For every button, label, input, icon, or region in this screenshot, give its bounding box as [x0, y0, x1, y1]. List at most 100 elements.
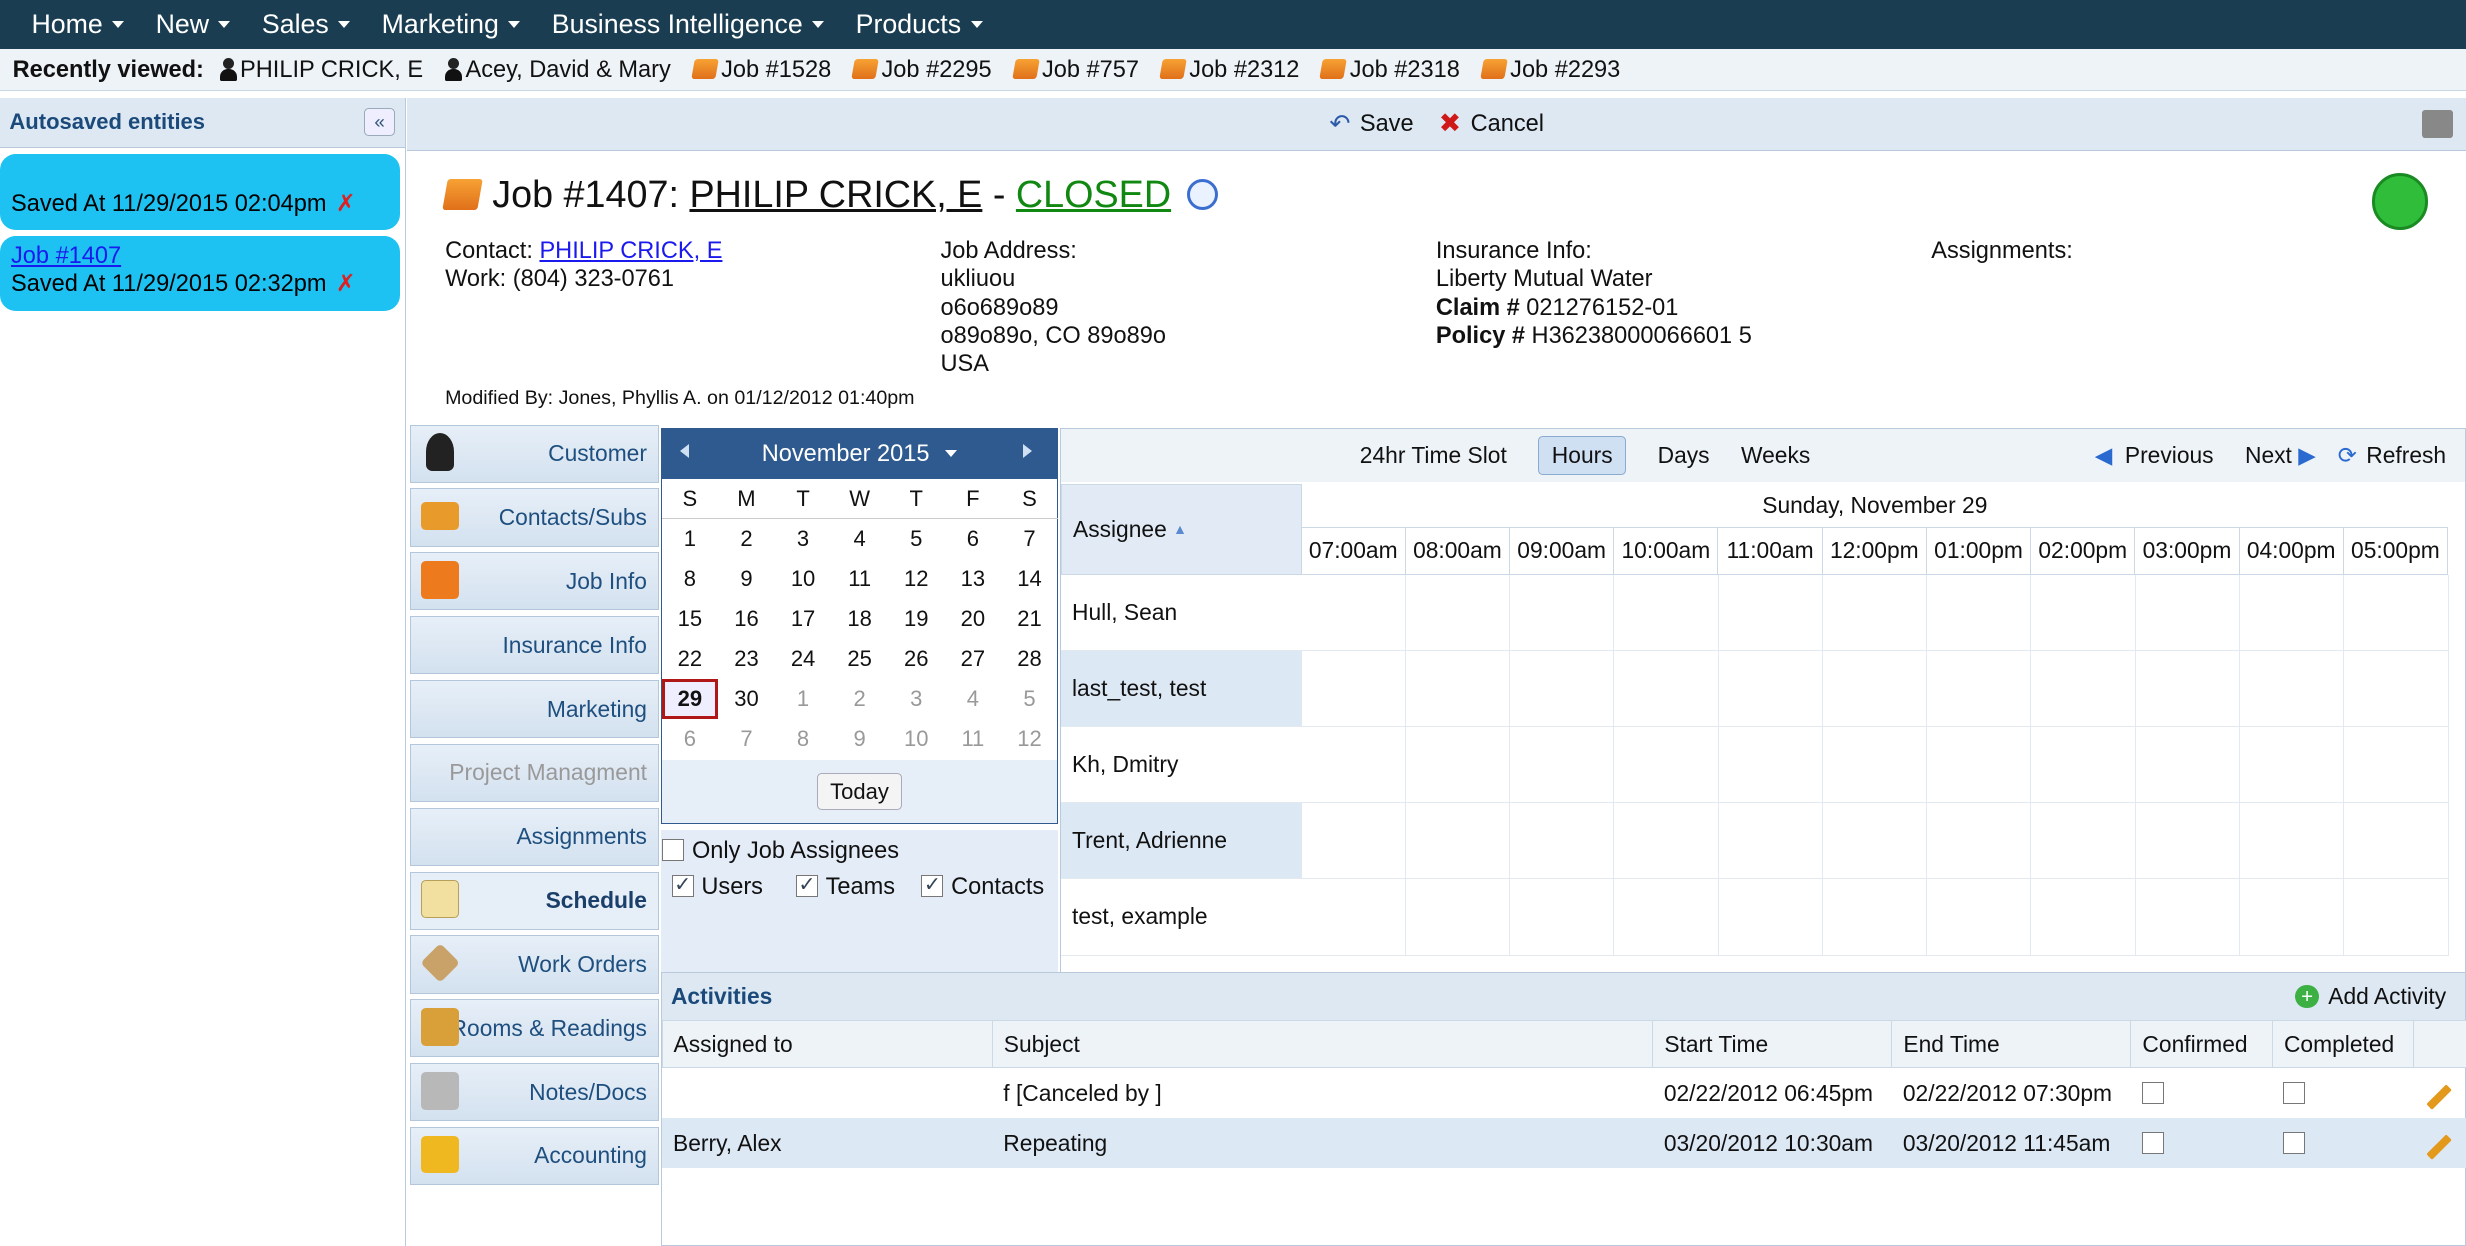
schedule-cell[interactable] — [2031, 575, 2136, 652]
schedule-cell[interactable] — [1405, 575, 1511, 652]
calendar-day[interactable]: 29 — [661, 678, 719, 719]
only-job-assignees-checkbox[interactable] — [662, 838, 685, 861]
calendar-day[interactable]: 21 — [1001, 599, 1058, 639]
view-days[interactable]: Days — [1658, 442, 1710, 469]
edit-pencil-icon[interactable] — [2426, 1083, 2452, 1110]
calendar-day[interactable]: 3 — [888, 679, 945, 719]
calendar-day[interactable]: 24 — [775, 639, 832, 679]
autosave-entry[interactable]: Job #1407 Saved At 11/29/2015 02:32pm ✗ — [0, 235, 401, 312]
schedule-cell[interactable] — [1510, 803, 1615, 880]
schedule-cell[interactable] — [1927, 879, 2032, 956]
recent-item[interactable]: Acey, David & Mary — [445, 56, 671, 83]
nav-sales[interactable]: Sales — [262, 9, 351, 40]
calendar-day[interactable]: 1 — [775, 679, 832, 719]
calendar-day[interactable]: 14 — [1001, 559, 1058, 599]
schedule-cell[interactable] — [2240, 651, 2345, 728]
nav-marketing[interactable]: Marketing — [382, 9, 521, 40]
recent-item[interactable]: Job #2318 — [1319, 56, 1460, 83]
col-end-time[interactable]: End Time — [1891, 1020, 2132, 1069]
table-row[interactable]: f [Canceled by ] 02/22/2012 06:45pm 02/2… — [662, 1068, 2466, 1118]
tab-contacts-subs[interactable]: Contacts/Subs — [410, 488, 659, 547]
table-row[interactable]: Berry, Alex Repeating 03/20/2012 10:30am… — [662, 1118, 2466, 1169]
assignee-row[interactable]: last_test, test — [1060, 651, 1302, 728]
schedule-cell[interactable] — [1822, 803, 1928, 880]
recent-item[interactable]: Job #2312 — [1159, 56, 1299, 83]
collapse-icon[interactable]: « — [363, 108, 396, 137]
tab-insurance-info[interactable]: Insurance Info — [410, 616, 659, 675]
nav-products[interactable]: Products — [856, 9, 983, 40]
schedule-cell[interactable] — [1614, 651, 1719, 728]
schedule-cell[interactable] — [2344, 879, 2449, 956]
recent-item[interactable]: Job #757 — [1011, 56, 1139, 83]
delete-icon[interactable]: ✗ — [336, 190, 356, 216]
calendar-day[interactable]: 13 — [945, 559, 1002, 599]
calendar-day[interactable]: 12 — [1001, 719, 1058, 759]
schedule-cell[interactable] — [2240, 803, 2345, 880]
schedule-cell[interactable] — [1510, 879, 1615, 956]
edit-pencil-icon[interactable] — [2426, 1134, 2452, 1160]
view-24hr-slot[interactable]: 24hr Time Slot — [1360, 442, 1507, 469]
teams-checkbox[interactable] — [795, 871, 818, 898]
schedule-cell[interactable] — [1822, 651, 1928, 728]
tab-rooms-readings[interactable]: Rooms & Readings — [410, 999, 659, 1058]
calendar-day[interactable]: 3 — [775, 519, 832, 559]
previous-button[interactable]: Previous — [2125, 442, 2214, 469]
schedule-cell[interactable] — [1718, 803, 1823, 880]
tab-assignments[interactable]: Assignments — [410, 807, 659, 866]
print-icon[interactable] — [2421, 110, 2454, 139]
calendar-day[interactable]: 17 — [775, 599, 832, 639]
schedule-cell[interactable] — [1718, 651, 1823, 728]
schedule-cells[interactable] — [1301, 575, 2449, 956]
calendar-day[interactable]: 8 — [775, 719, 832, 759]
schedule-cell[interactable] — [1405, 727, 1511, 804]
schedule-cell[interactable] — [1718, 575, 1823, 652]
assignee-row[interactable]: Kh, Dmitry — [1060, 727, 1302, 804]
calendar-day[interactable]: 30 — [718, 679, 775, 719]
schedule-cell[interactable] — [1822, 879, 1928, 956]
schedule-cell[interactable] — [1301, 575, 1406, 652]
col-completed[interactable]: Completed — [2271, 1020, 2415, 1069]
completed-checkbox[interactable] — [2283, 1131, 2306, 1154]
calendar-day[interactable]: 26 — [888, 639, 945, 679]
calendar-day[interactable]: 4 — [831, 519, 888, 559]
schedule-grid[interactable]: Sunday, November 29 07:00am 08:00am 09:00a… — [1301, 484, 2449, 975]
calendar-day[interactable]: 1 — [662, 519, 719, 559]
calendar-day[interactable]: 7 — [718, 719, 775, 759]
tab-customer[interactable]: Customer — [410, 424, 659, 483]
schedule-cell[interactable] — [2240, 727, 2345, 804]
schedule-cell[interactable] — [1405, 879, 1511, 956]
calendar-day[interactable]: 5 — [888, 519, 945, 559]
assignee-header[interactable]: Assignee ▲ — [1060, 483, 1302, 575]
recent-item[interactable]: Job #1528 — [690, 56, 831, 83]
refresh-icon[interactable] — [2371, 172, 2429, 230]
schedule-cell[interactable] — [1301, 803, 1406, 880]
tab-marketing[interactable]: Marketing — [410, 679, 659, 739]
assignee-row[interactable]: test, example — [1060, 879, 1302, 956]
schedule-cell[interactable] — [1927, 727, 2032, 804]
contact-link[interactable]: PHILIP CRICK, E — [539, 237, 722, 263]
schedule-cell[interactable] — [2344, 727, 2449, 804]
calendar-day[interactable]: 25 — [831, 639, 888, 679]
schedule-cell[interactable] — [1405, 803, 1511, 880]
calendar-day[interactable]: 12 — [888, 559, 945, 599]
job-status[interactable]: CLOSED — [1016, 173, 1171, 216]
schedule-cell[interactable] — [1301, 727, 1406, 804]
schedule-cell[interactable] — [2031, 651, 2136, 728]
calendar-day[interactable]: 22 — [662, 639, 719, 679]
today-button[interactable]: Today — [816, 772, 903, 811]
tab-schedule[interactable]: Schedule — [410, 871, 659, 930]
calendar-day[interactable]: 20 — [945, 599, 1002, 639]
tab-accounting[interactable]: Accounting — [410, 1126, 659, 1186]
confirmed-checkbox[interactable] — [2141, 1131, 2164, 1154]
schedule-cell[interactable] — [1301, 879, 1406, 956]
users-checkbox[interactable] — [671, 871, 694, 898]
schedule-cell[interactable] — [1510, 575, 1615, 652]
recent-item[interactable]: Job #2293 — [1480, 56, 1620, 83]
save-button[interactable]: ↶ Save — [1329, 109, 1413, 139]
schedule-cell[interactable] — [1822, 575, 1928, 652]
col-start-time[interactable]: Start Time — [1652, 1020, 1893, 1069]
recent-item[interactable]: PHILIP CRICK, E — [219, 56, 423, 83]
schedule-cell[interactable] — [1614, 575, 1719, 652]
schedule-cell[interactable] — [2135, 727, 2241, 804]
calendar-day[interactable]: 4 — [945, 679, 1002, 719]
